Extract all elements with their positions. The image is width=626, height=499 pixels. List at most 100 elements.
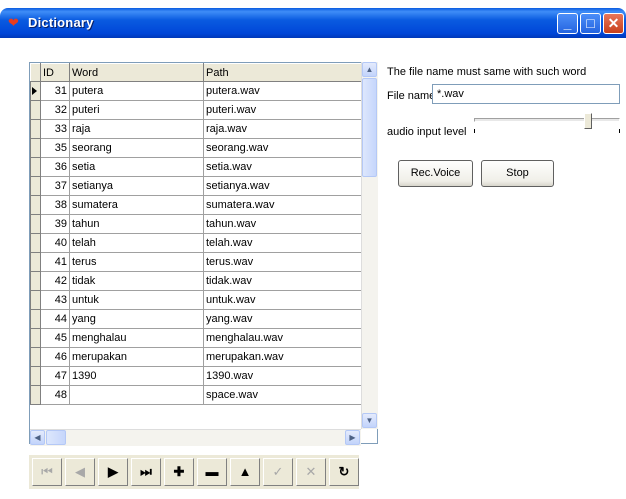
row-indicator[interactable] (30, 138, 41, 158)
cell-path[interactable]: menghalau.wav (203, 328, 375, 348)
row-indicator[interactable] (30, 271, 41, 291)
header-path[interactable]: Path (203, 63, 375, 82)
last-record-button[interactable]: ⏭ (131, 458, 161, 486)
table-row[interactable]: 44 yang yang.wav (30, 309, 375, 329)
table-row[interactable]: 45 menghalau menghalau.wav (30, 328, 375, 348)
row-indicator[interactable] (30, 100, 41, 120)
header-id[interactable]: ID (40, 63, 70, 82)
prior-record-button[interactable]: ◀ (65, 458, 95, 486)
row-indicator[interactable] (30, 290, 41, 310)
vertical-scrollbar[interactable]: ▲ ▼ (361, 62, 378, 429)
row-indicator[interactable] (30, 366, 41, 386)
table-row[interactable]: 36 setia setia.wav (30, 157, 375, 177)
cell-word[interactable]: setianya (69, 176, 204, 196)
first-record-button[interactable]: ⏮ (32, 458, 62, 486)
cell-word[interactable]: yang (69, 309, 204, 329)
row-indicator[interactable] (30, 252, 41, 272)
horizontal-scroll-thumb[interactable] (46, 430, 66, 445)
cell-word[interactable]: menghalau (69, 328, 204, 348)
cell-word[interactable]: setia (69, 157, 204, 177)
cell-id[interactable]: 45 (40, 328, 70, 348)
table-row[interactable]: 37 setianya setianya.wav (30, 176, 375, 196)
refresh-record-button[interactable]: ↻ (329, 458, 359, 486)
row-indicator[interactable] (30, 347, 41, 367)
row-indicator[interactable] (30, 385, 41, 405)
scroll-right-icon[interactable]: ▶ (345, 430, 360, 445)
table-row[interactable]: 41 terus terus.wav (30, 252, 375, 272)
header-word[interactable]: Word (69, 63, 204, 82)
cell-path[interactable]: putera.wav (203, 81, 375, 101)
cell-id[interactable]: 46 (40, 347, 70, 367)
table-row[interactable]: 47 1390 1390.wav (30, 366, 375, 386)
cell-word[interactable]: 1390 (69, 366, 204, 386)
cell-id[interactable]: 44 (40, 309, 70, 329)
cell-word[interactable]: puteri (69, 100, 204, 120)
cell-path[interactable]: raja.wav (203, 119, 375, 139)
minimize-button[interactable]: _ (557, 13, 578, 34)
audio-level-slider-thumb[interactable] (584, 113, 593, 129)
next-record-button[interactable]: ▶ (98, 458, 128, 486)
table-row[interactable]: 40 telah telah.wav (30, 233, 375, 253)
cell-path[interactable]: puteri.wav (203, 100, 375, 120)
cell-path[interactable]: tahun.wav (203, 214, 375, 234)
cell-path[interactable]: setianya.wav (203, 176, 375, 196)
row-indicator[interactable] (30, 176, 41, 196)
cell-id[interactable]: 35 (40, 138, 70, 158)
cell-path[interactable]: seorang.wav (203, 138, 375, 158)
row-indicator[interactable] (30, 195, 41, 215)
edit-record-button[interactable]: ▲ (230, 458, 260, 486)
row-indicator[interactable] (30, 328, 41, 348)
table-row[interactable]: 32 puteri puteri.wav (30, 100, 375, 120)
post-record-button[interactable]: ✓ (263, 458, 293, 486)
cell-id[interactable]: 41 (40, 252, 70, 272)
cell-word[interactable]: tidak (69, 271, 204, 291)
cell-id[interactable]: 37 (40, 176, 70, 196)
row-indicator[interactable] (30, 81, 41, 101)
table-row[interactable]: 35 seorang seorang.wav (30, 138, 375, 158)
cell-path[interactable]: 1390.wav (203, 366, 375, 386)
audio-level-slider[interactable] (474, 118, 620, 122)
rec-voice-button[interactable]: Rec.Voice (398, 160, 473, 187)
cell-id[interactable]: 39 (40, 214, 70, 234)
cell-word[interactable]: tahun (69, 214, 204, 234)
cell-id[interactable]: 48 (40, 385, 70, 405)
cell-word[interactable]: sumatera (69, 195, 204, 215)
cell-word[interactable] (69, 385, 204, 405)
vertical-scroll-thumb[interactable] (362, 78, 377, 177)
scroll-left-icon[interactable]: ◀ (30, 430, 45, 445)
cell-id[interactable]: 33 (40, 119, 70, 139)
insert-record-button[interactable]: ✚ (164, 458, 194, 486)
table-row[interactable]: 46 merupakan merupakan.wav (30, 347, 375, 367)
maximize-button[interactable]: □ (580, 13, 601, 34)
cell-word[interactable]: putera (69, 81, 204, 101)
cell-word[interactable]: terus (69, 252, 204, 272)
cell-word[interactable]: seorang (69, 138, 204, 158)
table-row[interactable]: 38 sumatera sumatera.wav (30, 195, 375, 215)
table-row[interactable]: 42 tidak tidak.wav (30, 271, 375, 291)
scroll-down-icon[interactable]: ▼ (362, 413, 377, 428)
cell-path[interactable]: space.wav (203, 385, 375, 405)
table-row[interactable]: 43 untuk untuk.wav (30, 290, 375, 310)
delete-record-button[interactable]: ▬ (197, 458, 227, 486)
cell-word[interactable]: merupakan (69, 347, 204, 367)
file-name-input[interactable]: *.wav (432, 84, 620, 104)
cancel-record-button[interactable]: ✕ (296, 458, 326, 486)
cell-path[interactable]: merupakan.wav (203, 347, 375, 367)
cell-word[interactable]: untuk (69, 290, 204, 310)
horizontal-scrollbar[interactable]: ◀ ▶ (30, 429, 361, 446)
cell-path[interactable]: tidak.wav (203, 271, 375, 291)
cell-path[interactable]: setia.wav (203, 157, 375, 177)
table-row[interactable]: 48 space.wav (30, 385, 375, 405)
title-bar[interactable]: ❤ Dictionary _ □ ✕ (0, 8, 626, 38)
close-button[interactable]: ✕ (603, 13, 624, 34)
dictionary-grid[interactable]: ID Word Path 31 putera putera.wav 32 puteri p… (29, 62, 378, 444)
cell-id[interactable]: 42 (40, 271, 70, 291)
table-row[interactable]: 39 tahun tahun.wav (30, 214, 375, 234)
row-indicator[interactable] (30, 233, 41, 253)
cell-id[interactable]: 32 (40, 100, 70, 120)
row-indicator[interactable] (30, 309, 41, 329)
cell-path[interactable]: terus.wav (203, 252, 375, 272)
cell-path[interactable]: telah.wav (203, 233, 375, 253)
cell-id[interactable]: 31 (40, 81, 70, 101)
cell-word[interactable]: raja (69, 119, 204, 139)
